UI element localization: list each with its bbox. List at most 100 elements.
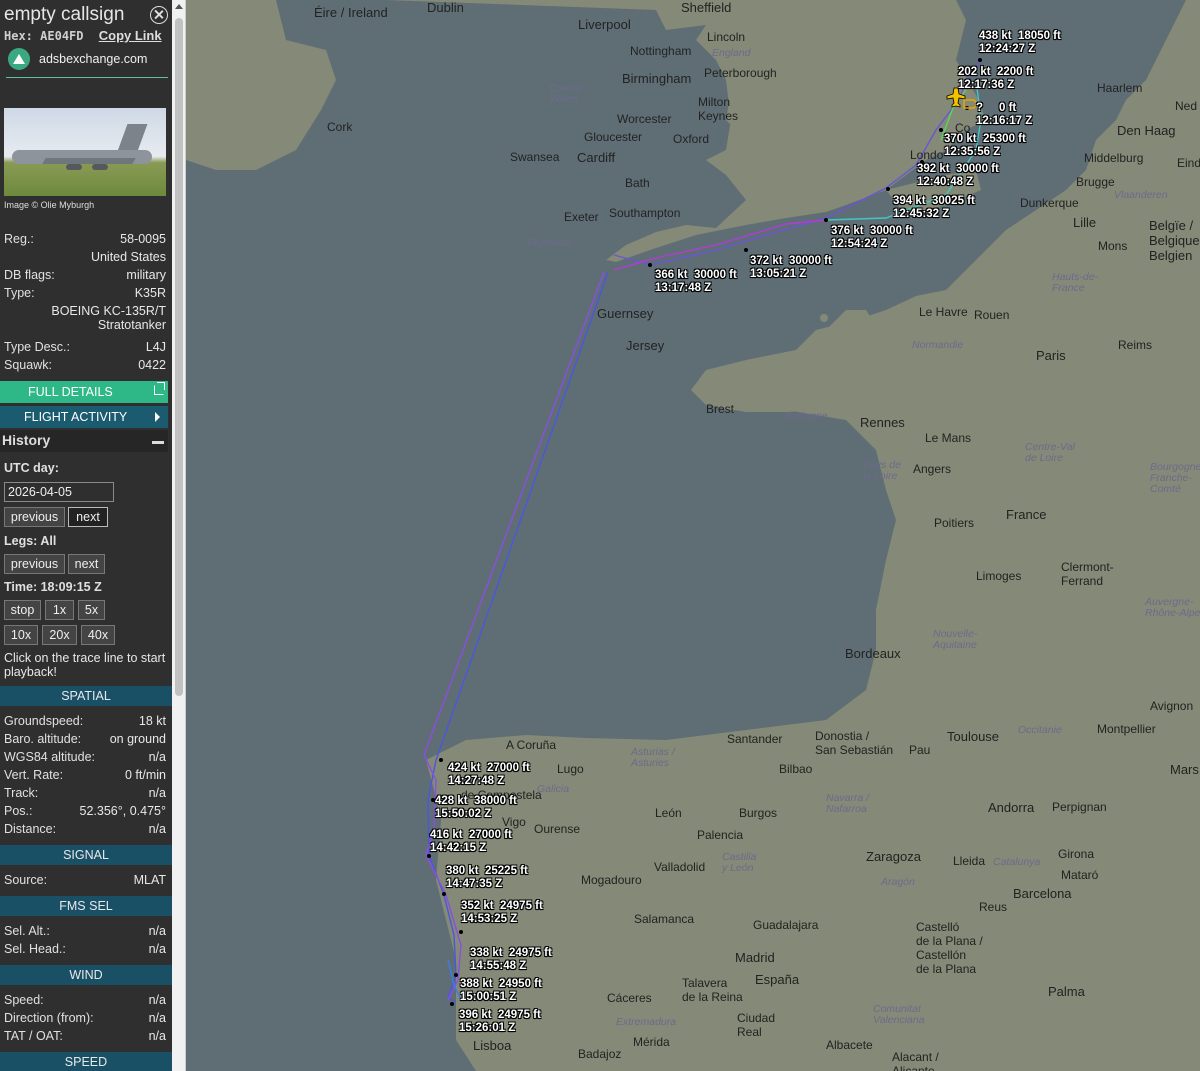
history-header[interactable]: History — [0, 430, 168, 452]
track-label-t11[interactable]: 428 kt 38000 ft 15:50:02 Z — [435, 795, 517, 821]
map-view[interactable]: Éire / Ireland Dublin Liverpool Sheffield Li… — [186, 0, 1200, 1071]
place-label-haarlem: Haarlem — [1097, 81, 1143, 95]
place-label-auvergne: Auvergne- Rhône-Alpes — [1145, 596, 1200, 619]
signal-section-header[interactable]: SIGNAL — [0, 845, 172, 865]
track-label-t5[interactable]: 392 kt 30000 ft 12:40:48 Z — [917, 163, 999, 189]
place-label-castello1: Castelló de la Plana / Castellón de la P… — [916, 920, 983, 976]
db-flags-field: DB flags: military — [4, 268, 166, 286]
place-label-barcelona: Barcelona — [1013, 886, 1072, 901]
track-label-t16[interactable]: 388 kt 24950 ft 15:00:51 Z — [460, 978, 542, 1004]
place-label-guadalajara: Guadalajara — [753, 918, 819, 932]
place-label-extremadura: Extremadura — [616, 1016, 677, 1028]
track-label-t8[interactable]: 372 kt 30000 ft 13:05:21 Z — [750, 255, 832, 281]
track-label-t17[interactable]: 396 kt 24975 ft 15:26:01 Z — [459, 1009, 541, 1035]
place-label-donostia: Donostia / San Sebastián — [815, 729, 894, 757]
spatial-label: Groundspeed: — [4, 714, 84, 728]
place-label-espana: España — [755, 972, 800, 987]
track-label-t13[interactable]: 380 kt 25225 ft 14:47:35 Z — [446, 865, 528, 891]
day-next-button[interactable]: next — [68, 507, 108, 527]
place-label-guernsey: Guernsey — [597, 306, 654, 321]
copy-link[interactable]: Copy Link — [99, 28, 162, 43]
track-label-t15[interactable]: 338 kt 24975 ft 14:55:48 Z — [470, 947, 552, 973]
track-label-t2[interactable]: 202 kt 2200 ft 12:17:36 Z — [958, 66, 1033, 92]
full-details-button[interactable]: FULL DETAILS — [0, 381, 168, 403]
speed-20x-button[interactable]: 20x — [42, 625, 77, 645]
place-label-cardiff: Cardiff — [577, 150, 616, 165]
wind-direction-field: Direction (from): n/a — [4, 1011, 166, 1029]
scrollbar-thumb[interactable] — [175, 18, 183, 696]
speed-section-header[interactable]: SPEED — [0, 1052, 172, 1071]
place-label-catalunya: Catalunya — [993, 856, 1041, 868]
place-label-comunitat: Comunitat Valenciana — [873, 1003, 925, 1026]
track-label-t14[interactable]: 352 kt 24975 ft 14:53:25 Z — [461, 900, 543, 926]
wind-direction-label: Direction (from): — [4, 1011, 94, 1025]
place-label-cymru: Cymru / Wales — [550, 82, 587, 105]
playback-stop-button[interactable]: stop — [4, 600, 41, 620]
place-label-bilbao: Bilbao — [779, 762, 813, 776]
place-label-acoruna: A Coruña — [506, 738, 557, 752]
flight-activity-button[interactable]: FLIGHT ACTIVITY — [0, 406, 168, 428]
sel-alt-label: Sel. Alt.: — [4, 924, 50, 938]
track-label-t6[interactable]: 394 kt 30025 ft 12:45:32 Z — [893, 195, 975, 221]
spatial-section-header[interactable]: SPATIAL — [0, 686, 172, 706]
collapse-icon[interactable] — [152, 441, 164, 444]
place-label-zaragoza: Zaragoza — [866, 849, 921, 864]
playback-time-label: Time: 18:09:15 Z — [4, 580, 102, 594]
place-label-aragon: Aragón — [881, 876, 915, 888]
track-label-t1[interactable]: 438 kt 18050 ft 12:24:27 Z — [979, 30, 1061, 56]
spatial-field: Groundspeed: 18 kt — [4, 714, 166, 732]
type-desc-value: L4J — [145, 340, 166, 354]
place-label-liverpool: Liverpool — [578, 17, 631, 32]
spatial-value: n/a — [148, 750, 166, 764]
tat-oat-value: n/a — [148, 1029, 166, 1043]
speed-5x-button[interactable]: 5x — [78, 600, 105, 620]
utc-day-input[interactable] — [4, 482, 114, 502]
hex-label: Hex: — [4, 29, 33, 43]
speed-1x-button[interactable]: 1x — [45, 600, 74, 620]
place-label-salamanca: Salamanca — [634, 912, 695, 926]
place-label-asturias: Asturias / Asturies — [631, 746, 675, 769]
place-label-reims: Reims — [1118, 338, 1153, 352]
track-label-t3[interactable]: ? 0 ft 12:16:17 Z — [976, 102, 1032, 128]
map-canvas[interactable] — [186, 0, 1200, 1071]
place-label-southampton: Southampton — [609, 206, 681, 220]
close-icon[interactable] — [150, 6, 168, 24]
spatial-field: Pos.: 52.356°, 0.475° — [4, 804, 166, 822]
fms-sel-section-header[interactable]: FMS SEL — [0, 896, 172, 916]
aircraft-photo[interactable] — [4, 108, 166, 196]
sidebar-scrollbar[interactable] — [172, 0, 186, 1071]
track-label-t4[interactable]: 370 kt 25300 ft 12:35:56 Z — [944, 133, 1026, 159]
speed-10x-button[interactable]: 10x — [4, 625, 38, 645]
place-label-peterborough: Peterborough — [704, 66, 777, 80]
spatial-value: n/a — [148, 822, 166, 836]
full-details-label: FULL DETAILS — [28, 385, 113, 399]
place-label-eind: Eind — [1177, 156, 1200, 170]
track-label-t7[interactable]: 376 kt 30000 ft 12:54:24 Z — [831, 225, 913, 251]
place-label-france: France — [1006, 507, 1047, 522]
chevron-right-icon — [155, 412, 160, 422]
day-previous-button[interactable]: previous — [4, 507, 65, 527]
place-label-palma: Palma — [1048, 984, 1085, 999]
leg-next-button[interactable]: next — [68, 554, 105, 574]
scroll-up-icon[interactable] — [175, 4, 183, 9]
track-label-t10[interactable]: 424 kt 27000 ft 14:27:48 Z — [448, 762, 530, 788]
type-name-line1: BOEING KC-135R/T — [51, 304, 166, 318]
track-label-t9[interactable]: 366 kt 30000 ft 13:17:48 Z — [655, 269, 737, 295]
wind-section-header[interactable]: WIND — [0, 965, 172, 985]
speed-40x-button[interactable]: 40x — [81, 625, 115, 645]
place-label-talavera: Talavera de la Reina — [682, 976, 743, 1004]
place-label-paris: Paris — [1036, 348, 1066, 363]
leg-previous-button[interactable]: previous — [4, 554, 65, 574]
place-label-denhaag: Den Haag — [1117, 123, 1176, 138]
place-label-caceres: Cáceres — [607, 991, 652, 1005]
place-label-ciudadreal: Ciudad Real — [737, 1011, 776, 1039]
place-label-bretagne: Bretagne — [785, 410, 828, 422]
type-name-line2: Stratotanker — [97, 318, 166, 332]
place-label-gloucester: Gloucester — [584, 130, 643, 144]
adsbx-link[interactable]: adsbexchange.com — [6, 48, 168, 78]
country-value: United States — [90, 250, 166, 264]
reg-value[interactable]: 58-0095 — [120, 232, 166, 246]
place-label-exeter: Exeter — [564, 210, 599, 224]
place-label-nottingham: Nottingham — [630, 44, 692, 58]
track-label-t12[interactable]: 416 kt 27000 ft 14:42:15 Z — [430, 829, 512, 855]
